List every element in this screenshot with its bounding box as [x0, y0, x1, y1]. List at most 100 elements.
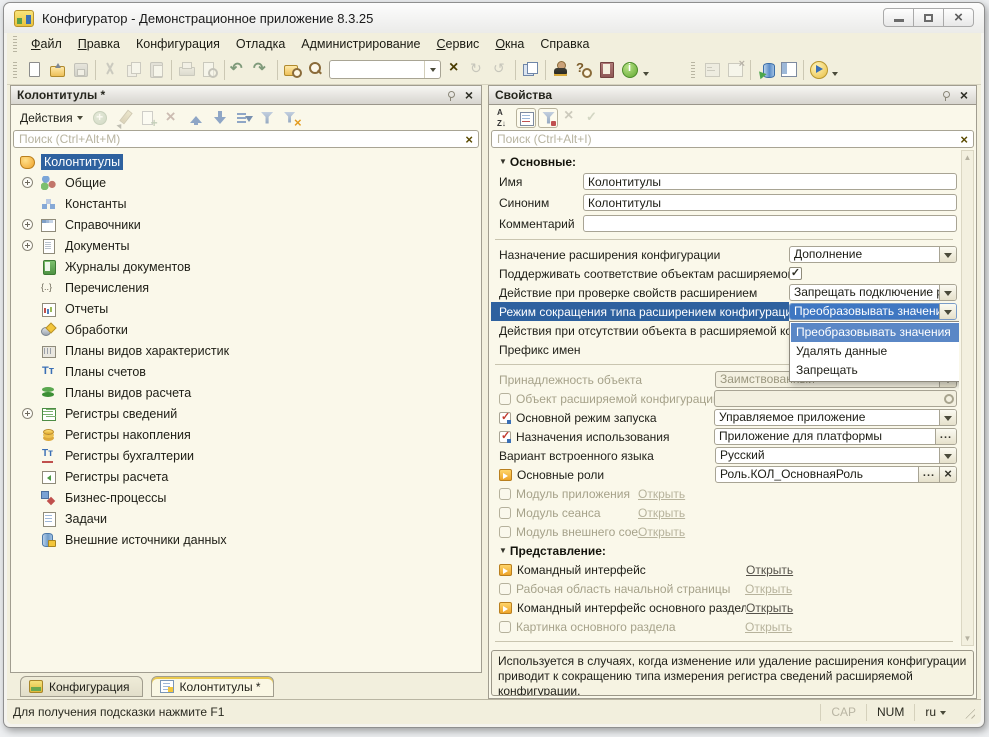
tree-item[interactable]: Регистры сведений	[13, 403, 479, 424]
tree-search-clear-icon[interactable]: ×	[460, 133, 478, 146]
combo-dropdown-icon[interactable]	[939, 285, 956, 300]
property-input[interactable]	[583, 173, 957, 190]
tab-doc[interactable]: Колонтитулы *	[151, 676, 274, 697]
toolbar-grip[interactable]	[13, 62, 17, 78]
property-input[interactable]	[583, 215, 957, 232]
new-file-icon[interactable]	[24, 59, 45, 80]
global-search-icon[interactable]	[282, 59, 303, 80]
pin-icon[interactable]	[446, 90, 455, 101]
sort-alphabetically-icon[interactable]	[494, 108, 514, 128]
open-form-icon[interactable]	[778, 59, 799, 80]
properties-scrollbar[interactable]: ▲ ▼	[961, 150, 974, 646]
tree-item[interactable]: Отчеты	[13, 298, 479, 319]
tree-item[interactable]: Задачи	[13, 508, 479, 529]
properties-search-clear-icon[interactable]: ×	[955, 133, 973, 146]
menu-administration[interactable]: Администрирование	[293, 35, 428, 53]
filter-icon[interactable]	[258, 108, 278, 128]
more-options-caret-icon[interactable]	[641, 61, 651, 79]
dropdown-option[interactable]: Запрещать	[791, 361, 959, 380]
ellipsis-button[interactable]: ...	[935, 429, 956, 444]
undo-icon[interactable]	[229, 59, 250, 80]
ellipsis-button[interactable]: ...	[918, 467, 939, 482]
dropdown-option[interactable]: Удалять данные	[791, 342, 959, 361]
more-options-caret-icon[interactable]	[830, 61, 840, 79]
expand-plus-icon[interactable]	[22, 177, 33, 188]
properties-pin-icon[interactable]	[941, 90, 950, 101]
menu-help[interactable]: Справка	[532, 35, 597, 53]
clear-button[interactable]: ×	[939, 467, 956, 482]
language-selector[interactable]: ru	[914, 704, 956, 721]
property-combo[interactable]: Русский	[715, 447, 957, 464]
search-icon[interactable]	[305, 59, 326, 80]
menu-configuration[interactable]: Конфигурация	[128, 35, 228, 53]
move-down-icon[interactable]	[210, 108, 230, 128]
property-combo[interactable]: Преобразовывать значения	[789, 303, 957, 320]
expand-plus-icon[interactable]	[22, 219, 33, 230]
redo-icon[interactable]	[252, 59, 273, 80]
menu-file[interactable]: Файл	[23, 35, 70, 53]
tree-item[interactable]: Константы	[13, 193, 479, 214]
expand-plus-icon[interactable]	[22, 408, 33, 419]
toolbar-grip[interactable]	[691, 62, 695, 78]
property-reference-field[interactable]: Роль.КОЛ_ОсновнаяРоль...×	[715, 466, 957, 483]
open-link[interactable]: Открыть	[746, 563, 793, 577]
tree-item[interactable]: Обработки	[13, 319, 479, 340]
combo-dropdown-icon[interactable]	[939, 448, 956, 463]
properties-search-input[interactable]	[492, 132, 955, 146]
property-reference-field[interactable]: Приложение для платформы...	[714, 428, 957, 445]
search-dropdown-icon[interactable]	[424, 61, 440, 78]
info-icon[interactable]	[619, 59, 640, 80]
menu-edit[interactable]: Правка	[70, 35, 128, 53]
start-debugging-icon[interactable]	[808, 59, 829, 80]
help-search-icon[interactable]	[573, 59, 594, 80]
combo-dropdown-icon[interactable]	[939, 410, 956, 425]
help-contents-icon[interactable]	[596, 59, 617, 80]
close-button[interactable]: ×	[943, 8, 974, 27]
tree-item[interactable]: Бизнес-процессы	[13, 487, 479, 508]
open-file-icon[interactable]	[47, 59, 68, 80]
minimize-button[interactable]	[883, 8, 914, 27]
tree-item[interactable]: Перечисления	[13, 277, 479, 298]
tree-item[interactable]: Внешние источники данных	[13, 529, 479, 550]
property-combo[interactable]: Дополнение	[789, 246, 957, 263]
resize-grip[interactable]	[962, 706, 975, 719]
collapse-triangle-icon[interactable]: ▼	[499, 157, 507, 166]
expand-plus-icon[interactable]	[22, 240, 33, 251]
menu-grip[interactable]	[13, 36, 17, 52]
tree-item[interactable]: Справочники	[13, 214, 479, 235]
tree-item[interactable]: Регистры накопления	[13, 424, 479, 445]
tree-item[interactable]: Планы счетов	[13, 361, 479, 382]
clear-filter-icon[interactable]	[282, 108, 302, 128]
tree-item[interactable]: Регистры расчета	[13, 466, 479, 487]
syntax-helper-icon[interactable]	[550, 59, 571, 80]
actions-menu-button[interactable]: Действия	[15, 110, 88, 126]
sort-icon[interactable]	[234, 108, 254, 128]
menu-service[interactable]: Сервис	[429, 35, 488, 53]
dropdown-option[interactable]: Преобразовывать значения	[791, 323, 959, 342]
show-important-only-icon[interactable]	[538, 108, 558, 128]
tree-item[interactable]: Журналы документов	[13, 256, 479, 277]
tree-item[interactable]: Документы	[13, 235, 479, 256]
tree-item[interactable]: Регистры бухгалтерии	[13, 445, 479, 466]
open-link[interactable]: Открыть	[746, 601, 793, 615]
property-checkbox[interactable]: ✓	[789, 267, 802, 280]
scroll-up-icon[interactable]: ▲	[962, 151, 973, 164]
tree-item[interactable]: Планы видов характеристик	[13, 340, 479, 361]
show-by-categories-icon[interactable]	[516, 108, 536, 128]
tree-item[interactable]: Общие	[13, 172, 479, 193]
property-combo[interactable]: Управляемое приложение	[714, 409, 957, 426]
move-up-icon[interactable]	[186, 108, 206, 128]
update-database-configuration-icon[interactable]	[755, 59, 776, 80]
tree-search-input[interactable]	[14, 132, 460, 146]
property-input[interactable]	[583, 194, 957, 211]
clipboard-history-icon[interactable]	[520, 59, 541, 80]
collapse-triangle-icon[interactable]: ▼	[499, 546, 507, 555]
menu-windows[interactable]: Окна	[487, 35, 532, 53]
tree-item[interactable]: Колонтитулы	[13, 151, 479, 172]
property-combo[interactable]: Запрещать подключение рас	[789, 284, 957, 301]
combo-dropdown-icon[interactable]	[939, 247, 956, 262]
left-panel-close-icon[interactable]: ×	[463, 88, 475, 102]
combo-dropdown-icon[interactable]	[939, 304, 956, 319]
quick-search-input[interactable]	[330, 63, 424, 77]
search-clear-icon[interactable]	[444, 59, 465, 80]
